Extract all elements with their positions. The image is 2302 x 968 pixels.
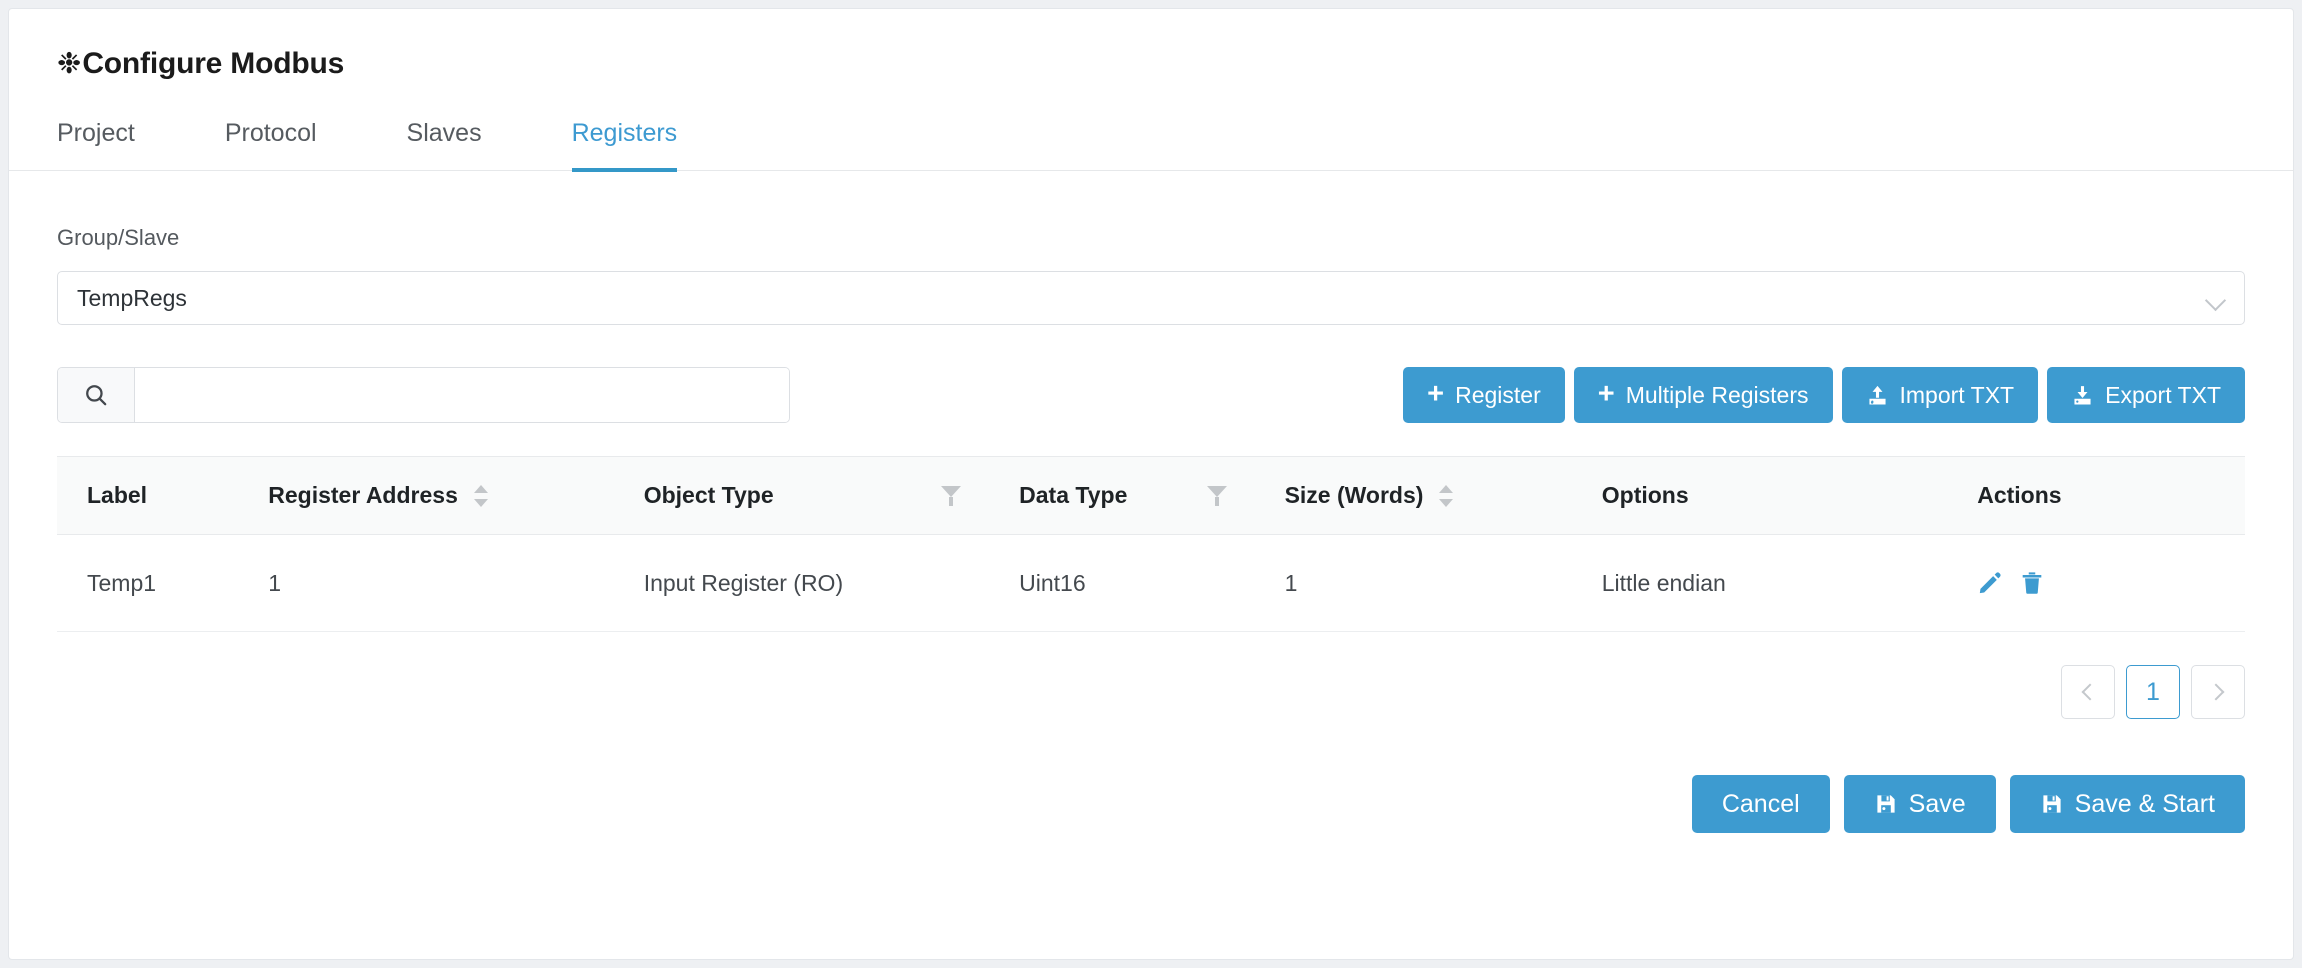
export-txt-label: Export TXT (2105, 381, 2221, 408)
pencil-icon (1980, 572, 2001, 594)
registers-toolbar: + Register + Multiple Registers Import T… (57, 367, 2245, 423)
save-and-start-label: Save & Start (2074, 789, 2215, 818)
cell-register-address: 1 (238, 534, 614, 632)
gear-icon: ❉ (57, 47, 82, 80)
search-input[interactable] (135, 368, 789, 422)
column-header-object-type: Object Type (613, 456, 990, 535)
import-txt-label: Import TXT (1899, 381, 2015, 408)
tab-protocol[interactable]: Protocol (225, 109, 317, 172)
save-label: Save (1908, 789, 1966, 818)
column-header-label: Label (57, 456, 239, 535)
page-title: Configure Modbus (82, 47, 345, 80)
plus-icon: + (1597, 377, 1615, 410)
import-txt-button[interactable]: Import TXT (1841, 367, 2039, 423)
column-label-text: Actions (1977, 482, 2062, 508)
download-icon (2071, 384, 2094, 407)
group-slave-label: Group/Slave (57, 225, 180, 250)
chevron-down-icon (2206, 293, 2226, 304)
cancel-button[interactable]: Cancel (1691, 775, 1830, 833)
save-and-start-button[interactable]: Save & Start (2009, 775, 2245, 833)
cell-actions (1947, 534, 2245, 632)
toolbar-buttons: + Register + Multiple Registers Import T… (1403, 367, 2245, 423)
cell-label: Temp1 (57, 534, 239, 632)
add-multiple-registers-label: Multiple Registers (1625, 381, 1809, 408)
column-header-register-address[interactable]: Register Address (238, 456, 614, 535)
cell-size-words: 1 (1254, 534, 1572, 632)
pagination-prev-button[interactable] (2061, 665, 2115, 719)
export-txt-button[interactable]: Export TXT (2047, 367, 2245, 423)
registers-table: Label Register Address Object Type Data … (57, 456, 2245, 632)
pagination: 1 (57, 665, 2245, 719)
filter-icon[interactable] (1206, 484, 1227, 508)
chevron-right-icon (2207, 683, 2225, 701)
group-slave-select[interactable]: TempRegs (57, 271, 2245, 325)
sort-icon[interactable] (1437, 481, 1455, 511)
column-label-text: Object Type (643, 482, 774, 508)
add-register-label: Register (1455, 381, 1541, 408)
footer-actions: Cancel Save Save & Start (57, 775, 2245, 873)
search-box (57, 367, 790, 423)
column-label-text: Register Address (268, 482, 458, 508)
cell-object-type: Input Register (RO) (613, 534, 990, 632)
table-body: Temp1 1 Input Register (RO) Uint16 1 Lit… (57, 534, 2245, 632)
group-slave-value: TempRegs (77, 284, 187, 311)
tab-project[interactable]: Project (57, 109, 135, 172)
floppy-disk-icon (2040, 792, 2064, 816)
add-multiple-registers-button[interactable]: + Multiple Registers (1573, 367, 1833, 423)
tab-registers[interactable]: Registers (571, 109, 678, 172)
registers-panel: Group/Slave TempRegs + Register + Multip… (9, 225, 2293, 873)
cell-options: Little endian (1571, 534, 1948, 632)
table-header: Label Register Address Object Type Data … (57, 456, 2245, 535)
column-header-data-type: Data Type (989, 456, 1255, 535)
filter-icon[interactable] (941, 484, 962, 508)
chevron-left-icon (2081, 683, 2099, 701)
column-label-text: Size (Words) (1284, 482, 1424, 508)
tab-bar: Project Protocol Slaves Registers (9, 109, 2293, 172)
page-title-row: ❉ Configure Modbus (9, 9, 2293, 81)
floppy-disk-icon (1874, 792, 1898, 816)
pagination-next-button[interactable] (2191, 665, 2245, 719)
add-register-button[interactable]: + Register (1403, 367, 1565, 423)
table-header-row: Label Register Address Object Type Data … (57, 456, 2245, 535)
column-label-text: Data Type (1019, 482, 1128, 508)
pagination-page-1[interactable]: 1 (2126, 665, 2180, 719)
cell-data-type: Uint16 (989, 534, 1255, 632)
sort-icon[interactable] (472, 481, 490, 511)
search-icon[interactable] (58, 368, 135, 422)
column-label-text: Label (87, 482, 148, 508)
edit-row-button[interactable] (1977, 570, 2003, 596)
column-header-size-words[interactable]: Size (Words) (1254, 456, 1572, 535)
delete-row-button[interactable] (2019, 570, 2045, 596)
save-button[interactable]: Save (1843, 775, 1996, 833)
column-label-text: Options (1601, 482, 1689, 508)
column-header-options: Options (1571, 456, 1948, 535)
trash-icon (2022, 572, 2042, 594)
upload-icon (1866, 384, 1889, 407)
plus-icon: + (1427, 377, 1445, 410)
table-row: Temp1 1 Input Register (RO) Uint16 1 Lit… (57, 534, 2245, 632)
column-header-actions: Actions (1947, 456, 2245, 535)
tab-slaves[interactable]: Slaves (407, 109, 482, 172)
configure-modbus-card: ❉ Configure Modbus Project Protocol Slav… (8, 8, 2294, 960)
